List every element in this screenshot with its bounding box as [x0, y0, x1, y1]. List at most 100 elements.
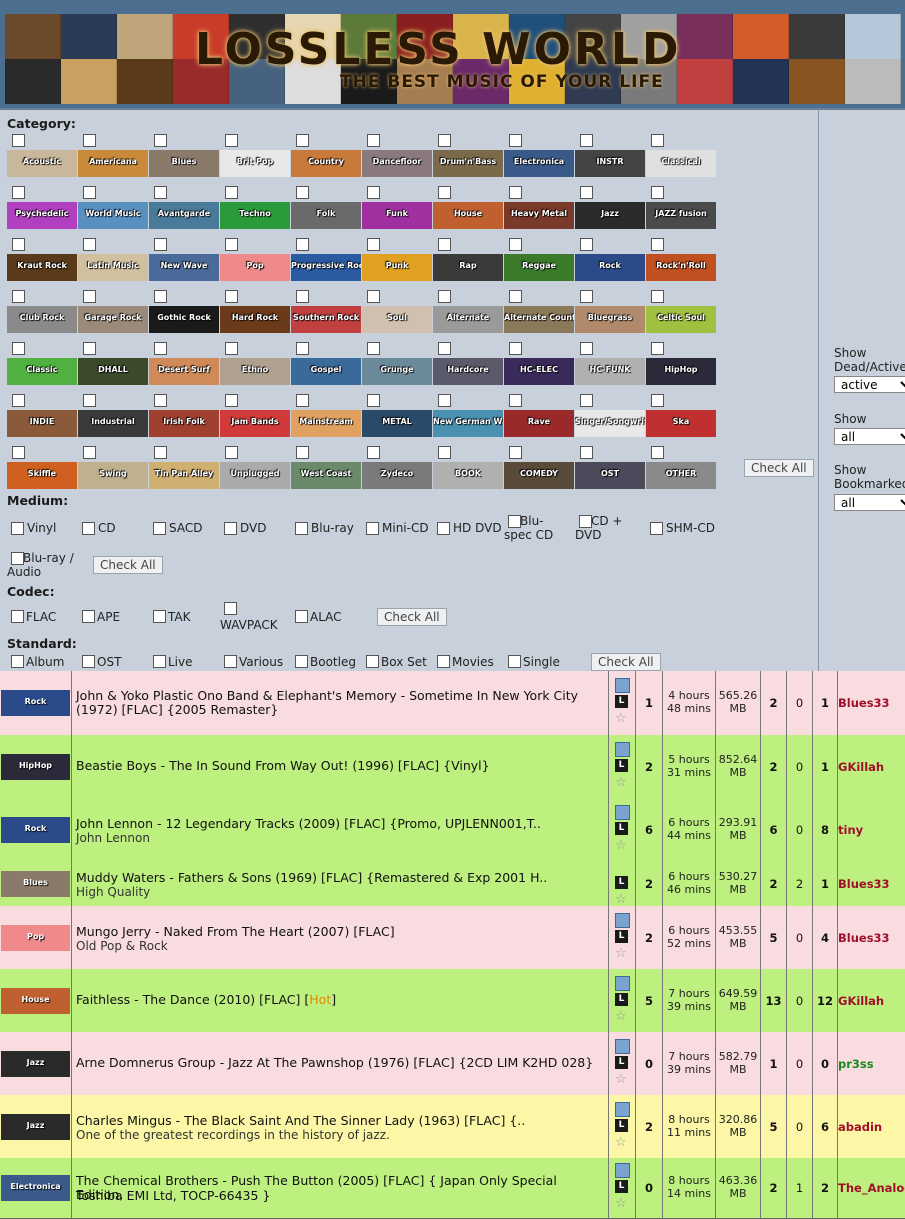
- category-checkbox[interactable]: [651, 134, 664, 147]
- category-tile[interactable]: Grunge: [362, 358, 432, 385]
- category-checkbox[interactable]: [580, 186, 593, 199]
- check-all-mediums-button[interactable]: Check All: [93, 556, 163, 574]
- uploader-username[interactable]: Blues33: [838, 877, 905, 891]
- bookmark-star-icon[interactable]: ☆: [615, 839, 628, 852]
- category-tile[interactable]: Country: [291, 150, 361, 177]
- category-tile[interactable]: Rap: [433, 254, 503, 281]
- show-bookmarked-select[interactable]: all: [834, 494, 905, 511]
- category-checkbox[interactable]: [83, 394, 96, 407]
- show-dead-active-select[interactable]: active: [834, 376, 905, 393]
- category-checkbox[interactable]: [83, 238, 96, 251]
- codec-checkbox[interactable]: [11, 610, 24, 623]
- category-tile[interactable]: Hardcore: [433, 358, 503, 385]
- category-checkbox[interactable]: [296, 134, 309, 147]
- torrent-title-link[interactable]: Mungo Jerry - Naked From The Heart (2007…: [76, 925, 395, 939]
- medium-checkbox[interactable]: [224, 522, 237, 535]
- category-checkbox[interactable]: [367, 446, 380, 459]
- category-tile[interactable]: Mainstream: [291, 410, 361, 437]
- category-checkbox[interactable]: [225, 446, 238, 459]
- codec-checkbox[interactable]: [295, 610, 308, 623]
- category-tile[interactable]: World Music: [78, 202, 148, 229]
- category-checkbox[interactable]: [509, 134, 522, 147]
- torrent-title-link[interactable]: John & Yoko Plastic Ono Band & Elephant'…: [76, 689, 604, 717]
- download-icon[interactable]: [615, 1102, 630, 1117]
- category-checkbox[interactable]: [12, 290, 25, 303]
- category-tile[interactable]: Progressive Rock: [291, 254, 361, 281]
- category-thumbnail[interactable]: House: [1, 988, 70, 1014]
- category-tile[interactable]: New German Wave: [433, 410, 503, 437]
- category-tile[interactable]: New Wave: [149, 254, 219, 281]
- category-thumbnail[interactable]: Blues: [1, 871, 70, 897]
- category-tile[interactable]: Jazz: [575, 202, 645, 229]
- standard-checkbox[interactable]: [11, 655, 24, 668]
- torrent-row[interactable]: Electronica The Chemical Brothers - Push …: [0, 1158, 905, 1219]
- category-tile[interactable]: Jam Bands: [220, 410, 290, 437]
- category-checkbox[interactable]: [225, 394, 238, 407]
- category-checkbox[interactable]: [438, 446, 451, 459]
- category-tile[interactable]: Brit Pop: [220, 150, 290, 177]
- category-tile[interactable]: HC-FUNK: [575, 358, 645, 385]
- category-checkbox[interactable]: [580, 394, 593, 407]
- category-tile[interactable]: House: [433, 202, 503, 229]
- category-checkbox[interactable]: [12, 186, 25, 199]
- category-checkbox[interactable]: [83, 342, 96, 355]
- torrent-row[interactable]: Rock John Lennon - 12 Legendary Tracks (2…: [0, 798, 905, 862]
- category-tile[interactable]: Swing: [78, 462, 148, 489]
- category-checkbox[interactable]: [509, 446, 522, 459]
- codec-checkbox[interactable]: [224, 602, 237, 615]
- site-banner[interactable]: LOSSLESS WORLD THE BEST MUSIC OF YOUR LI…: [0, 0, 905, 108]
- category-checkbox[interactable]: [154, 290, 167, 303]
- category-tile[interactable]: Techno: [220, 202, 290, 229]
- category-tile[interactable]: Punk: [362, 254, 432, 281]
- category-tile[interactable]: Psychedelic: [7, 202, 77, 229]
- category-checkbox[interactable]: [509, 394, 522, 407]
- category-tile[interactable]: Unplugged: [220, 462, 290, 489]
- standard-checkbox[interactable]: [82, 655, 95, 668]
- torrent-row[interactable]: Jazz Arne Domnerus Group - Jazz At The Pa…: [0, 1032, 905, 1096]
- category-tile[interactable]: Drum'n'Bass: [433, 150, 503, 177]
- torrent-title-link[interactable]: Charles Mingus - The Black Saint And The…: [76, 1114, 525, 1128]
- category-checkbox[interactable]: [12, 446, 25, 459]
- medium-checkbox[interactable]: [82, 522, 95, 535]
- uploader-username[interactable]: GKillah: [838, 994, 905, 1008]
- category-checkbox[interactable]: [509, 186, 522, 199]
- uploader-username[interactable]: tiny: [838, 823, 905, 837]
- category-tile[interactable]: Latin Music: [78, 254, 148, 281]
- category-checkbox[interactable]: [509, 342, 522, 355]
- torrent-title-link[interactable]: Faithless - The Dance (2010) [FLAC] [Hot…: [76, 993, 336, 1007]
- category-checkbox[interactable]: [154, 134, 167, 147]
- category-checkbox[interactable]: [651, 186, 664, 199]
- category-tile[interactable]: Rave: [504, 410, 574, 437]
- uploader-username[interactable]: The_Analog: [838, 1181, 905, 1195]
- category-tile[interactable]: Reggae: [504, 254, 574, 281]
- category-tile[interactable]: Tin Pan Alley: [149, 462, 219, 489]
- standard-checkbox[interactable]: [508, 655, 521, 668]
- torrent-title-link[interactable]: John Lennon - 12 Legendary Tracks (2009)…: [76, 817, 541, 831]
- category-tile[interactable]: Kraut Rock: [7, 254, 77, 281]
- category-tile[interactable]: Classical: [646, 150, 716, 177]
- category-checkbox[interactable]: [12, 134, 25, 147]
- category-thumbnail[interactable]: Jazz: [1, 1051, 70, 1077]
- category-tile[interactable]: METAL: [362, 410, 432, 437]
- codec-checkbox[interactable]: [153, 610, 166, 623]
- category-checkbox[interactable]: [154, 186, 167, 199]
- category-checkbox[interactable]: [154, 238, 167, 251]
- medium-checkbox[interactable]: [11, 522, 24, 535]
- category-tile[interactable]: OTHER: [646, 462, 716, 489]
- medium-checkbox[interactable]: [295, 522, 308, 535]
- category-tile[interactable]: COMEDY: [504, 462, 574, 489]
- category-tile[interactable]: DHALL: [78, 358, 148, 385]
- torrent-title-link[interactable]: Arne Domnerus Group - Jazz At The Pawnsh…: [76, 1056, 593, 1070]
- standard-checkbox[interactable]: [366, 655, 379, 668]
- category-checkbox[interactable]: [438, 186, 451, 199]
- category-tile[interactable]: Ska: [646, 410, 716, 437]
- category-checkbox[interactable]: [296, 290, 309, 303]
- category-tile[interactable]: INSTR: [575, 150, 645, 177]
- category-checkbox[interactable]: [154, 394, 167, 407]
- download-icon[interactable]: [615, 976, 630, 991]
- category-checkbox[interactable]: [296, 186, 309, 199]
- category-tile[interactable]: Electronica: [504, 150, 574, 177]
- category-checkbox[interactable]: [509, 290, 522, 303]
- check-all-standards-button[interactable]: Check All: [591, 653, 661, 671]
- category-tile[interactable]: Club Rock: [7, 306, 77, 333]
